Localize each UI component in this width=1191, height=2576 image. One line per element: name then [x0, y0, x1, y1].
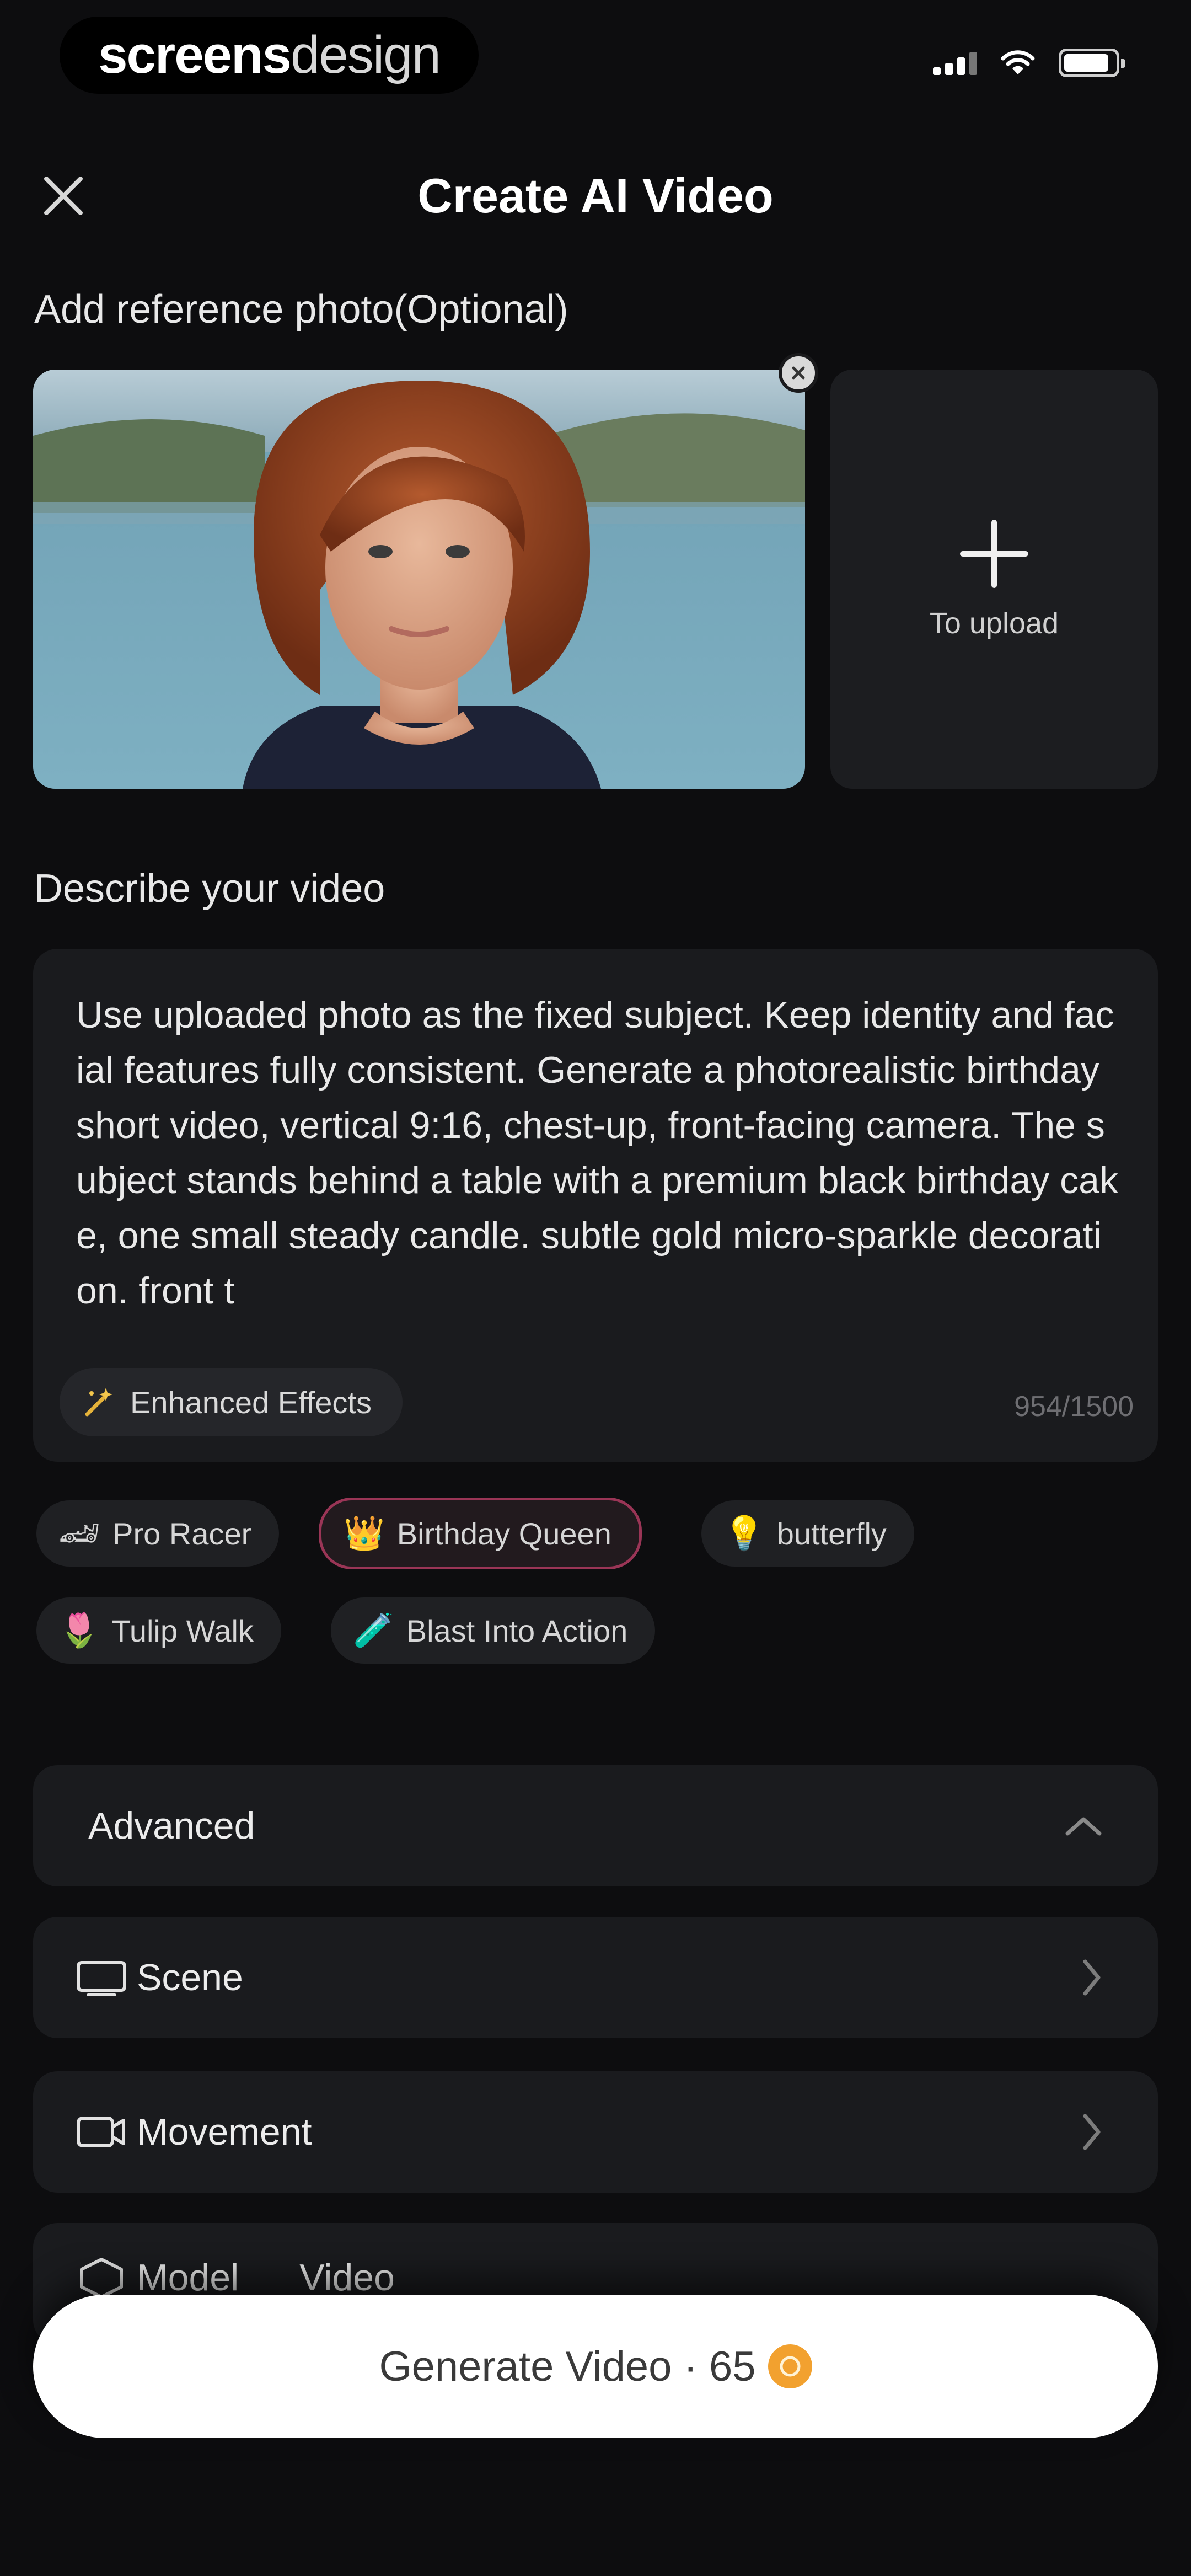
generate-video-label: Generate Video · 65: [379, 2343, 756, 2390]
wifi-icon: [1001, 50, 1035, 74]
crown-icon: 👑: [344, 1515, 385, 1552]
movement-label: Movement: [137, 2111, 312, 2153]
reference-photo-label: Add reference photo(Optional): [34, 287, 568, 332]
page-title: Create AI Video: [417, 168, 774, 223]
signal-icon: [933, 51, 977, 75]
plus-icon: [960, 520, 1028, 588]
template-label: Blast Into Action: [406, 1613, 628, 1648]
advanced-toggle[interactable]: Advanced: [33, 1765, 1158, 1886]
template-chip-butterfly[interactable]: 💡 butterfly: [701, 1500, 914, 1567]
scene-icon: [75, 1958, 128, 1997]
model-icon: [75, 2256, 128, 2300]
brand-watermark: screens design: [60, 17, 479, 94]
generate-video-button[interactable]: Generate Video · 65: [33, 2295, 1158, 2438]
movement-row[interactable]: Movement: [33, 2071, 1158, 2193]
enhanced-effects-button[interactable]: Enhanced Effects: [60, 1368, 403, 1436]
coin-icon: [768, 2344, 812, 2388]
battery-icon: [1059, 49, 1125, 77]
character-count: 954/1500: [1014, 1391, 1134, 1423]
lightbulb-icon: 💡: [723, 1515, 765, 1552]
template-chip-tulip-walk[interactable]: 🌷 Tulip Walk: [36, 1597, 281, 1664]
flask-icon: 🧪: [353, 1612, 394, 1649]
template-chip-pro-racer[interactable]: 🏎 Pro Racer: [36, 1500, 280, 1567]
chevron-up-icon: [1065, 1817, 1102, 1836]
advanced-label: Advanced: [88, 1805, 255, 1847]
tulip-icon: 🌷: [58, 1612, 100, 1649]
template-label: Birthday Queen: [396, 1516, 611, 1551]
prompt-card: Use uploaded photo as the fixed subject.…: [33, 949, 1158, 1462]
template-chip-blast-into-action[interactable]: 🧪 Blast Into Action: [331, 1597, 656, 1664]
model-label: Model: [137, 2257, 239, 2299]
brand-light-text: design: [291, 25, 441, 84]
template-label: Pro Racer: [112, 1516, 252, 1551]
race-car-icon: 🏎: [58, 1515, 101, 1552]
scene-row[interactable]: Scene: [33, 1917, 1158, 2038]
upload-photo-button[interactable]: To upload: [830, 370, 1158, 789]
reference-photo[interactable]: [33, 370, 805, 789]
video-camera-icon: [75, 2113, 128, 2151]
remove-icon: [792, 366, 805, 380]
template-label: Tulip Walk: [111, 1613, 254, 1648]
status-bar: screens design: [0, 0, 1191, 121]
magic-wand-icon: [85, 1388, 112, 1417]
describe-video-label: Describe your video: [34, 867, 385, 911]
enhanced-effects-label: Enhanced Effects: [130, 1385, 372, 1420]
header: Create AI Video: [0, 149, 1191, 237]
remove-photo-button[interactable]: [779, 353, 818, 393]
portrait-photo: [33, 370, 805, 789]
scene-label: Scene: [137, 1957, 243, 1998]
status-icons: [933, 49, 1125, 77]
upload-label: To upload: [929, 607, 1059, 640]
chevron-right-icon: [1083, 1959, 1101, 1996]
brand-bold-text: screens: [98, 25, 292, 84]
model-value: Video: [299, 2257, 395, 2299]
prompt-textarea[interactable]: Use uploaded photo as the fixed subject.…: [76, 987, 1118, 1318]
template-chip-birthday-queen[interactable]: 👑 Birthday Queen: [319, 1498, 642, 1569]
template-label: butterfly: [776, 1516, 887, 1551]
chevron-right-icon: [1083, 2114, 1101, 2150]
